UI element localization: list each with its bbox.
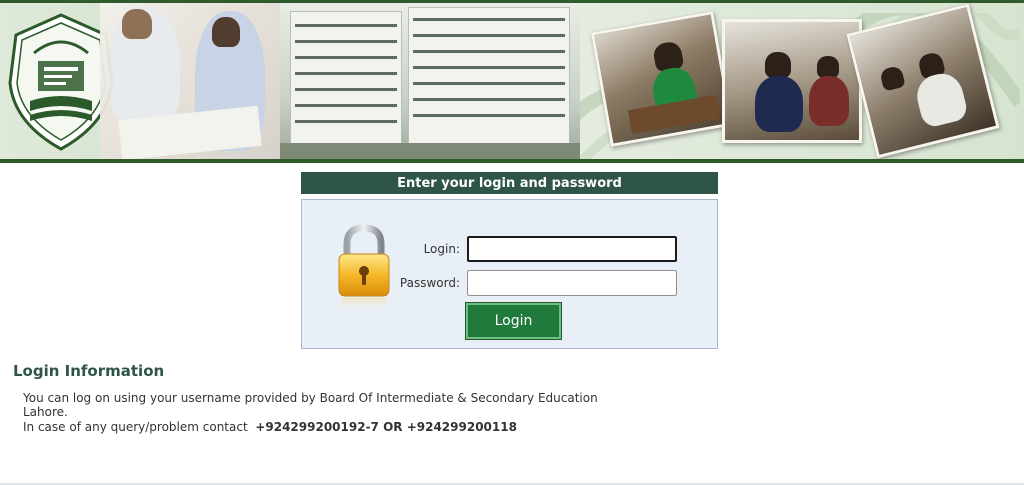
login-button[interactable]: Login: [465, 302, 562, 340]
info-line-2: Lahore.: [23, 405, 68, 419]
classroom-photo-1: [590, 11, 734, 147]
board-emblem-icon: [8, 13, 114, 151]
login-information-heading: Login Information: [13, 362, 165, 380]
contact-prefix: In case of any query/problem contact: [23, 420, 248, 434]
login-header: Enter your login and password: [301, 172, 718, 194]
padlock-icon: [338, 224, 390, 312]
info-line-3: In case of any query/problem contact +92…: [23, 420, 517, 434]
students-photo: [100, 3, 280, 159]
login-label: Login:: [423, 242, 460, 256]
contact-phones: +924299200192-7 OR +924299200118: [255, 420, 517, 434]
classroom-photo-2: [722, 19, 862, 143]
building-photo: [280, 3, 580, 159]
password-label: Password:: [399, 276, 460, 290]
header-banner: [0, 0, 1024, 163]
info-line-1: You can log on using your username provi…: [23, 391, 598, 405]
login-input[interactable]: [467, 236, 677, 262]
password-input[interactable]: [467, 270, 677, 296]
